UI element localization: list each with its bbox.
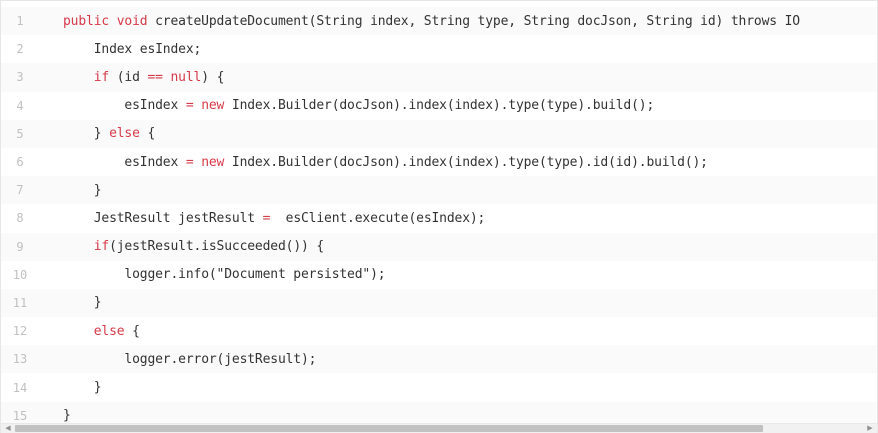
line-number: 7	[16, 183, 24, 198]
code-token: esIndex	[124, 154, 186, 170]
line-code: logger.error(jestResult);	[39, 352, 316, 367]
code-token: Index.Builder(docJson).index(index).type…	[231, 98, 655, 114]
code-token: logger.info("Document persisted");	[124, 267, 386, 283]
code-token: esIndex	[124, 98, 186, 114]
code-keyword: else	[109, 126, 148, 142]
code-token: (jestResult.isSucceeded()) {	[109, 239, 325, 255]
code-token: esClient.execute(esIndex);	[277, 210, 486, 226]
line-code: if (id == null) {	[39, 69, 225, 85]
code-keyword: if	[93, 69, 117, 85]
code-token: Index esIndex;	[93, 41, 202, 57]
code-line: 11 }	[1, 288, 877, 318]
line-code: public void createUpdateDocument(String …	[39, 14, 800, 29]
line-number: 11	[12, 295, 28, 310]
code-line: 13 logger.error(jestResult);	[1, 345, 877, 374]
scroll-left-icon[interactable]: ◀	[3, 425, 13, 432]
code-token: createUpdateDocument(String index, Strin…	[155, 13, 800, 29]
line-number: 15	[12, 408, 28, 423]
line-code: if(jestResult.isSucceeded()) {	[39, 239, 324, 254]
code-keyword: = new	[185, 98, 232, 114]
code-line: 1 public void createUpdateDocument(String…	[1, 7, 877, 36]
line-code: Index esIndex;	[39, 41, 202, 57]
code-token: }	[93, 126, 110, 142]
line-number: 12	[12, 324, 28, 339]
code-token: }	[63, 408, 71, 424]
line-number: 9	[16, 239, 24, 254]
code-keyword: == null	[147, 69, 202, 85]
line-number: 1	[16, 14, 24, 29]
code-keyword: if	[93, 239, 110, 255]
code-line: 5 } else {	[1, 119, 877, 148]
line-number: 3	[16, 70, 24, 85]
code-line: 8 JestResult jestResult = esClient.execu…	[1, 204, 877, 232]
code-token: {	[147, 126, 156, 142]
code-line: 2 Index esIndex;	[1, 35, 877, 63]
code-token: ) {	[201, 69, 225, 85]
code-line: 14 }	[1, 373, 877, 401]
line-number: 6	[16, 155, 24, 170]
line-code: esIndex = new Index.Builder(docJson).ind…	[39, 155, 708, 170]
code-line: 6 esIndex = new Index.Builder(docJson).i…	[1, 148, 877, 176]
line-code: }	[39, 182, 102, 198]
code-line: 12 else {	[1, 317, 877, 345]
code-token: }	[93, 182, 102, 198]
code-line: 9 if(jestResult.isSucceeded()) {	[1, 232, 877, 261]
code-token: (id	[116, 69, 148, 85]
line-code: else {	[39, 324, 140, 339]
code-keyword: =	[262, 210, 278, 226]
code-token: Index.Builder(docJson).index(index).type…	[231, 154, 708, 170]
code-token: logger.error(jestResult);	[124, 351, 317, 367]
code-token: }	[93, 295, 102, 311]
line-number: 2	[16, 42, 24, 57]
code-token: {	[132, 323, 140, 339]
line-code: } else {	[39, 126, 156, 142]
line-code: esIndex = new Index.Builder(docJson).ind…	[39, 98, 654, 113]
scroll-right-icon[interactable]: ▶	[865, 425, 875, 432]
code-keyword: else	[93, 323, 133, 339]
scrollbar-thumb[interactable]	[15, 425, 763, 432]
line-code: }	[39, 380, 102, 396]
line-number: 13	[12, 352, 28, 367]
code-block: 1 public void createUpdateDocument(String…	[0, 0, 878, 433]
code-token: }	[93, 380, 102, 396]
code-token: JestResult jestResult	[93, 210, 263, 226]
line-number: 4	[16, 98, 24, 113]
code-lines: 1 public void createUpdateDocument(String…	[1, 7, 877, 430]
line-code: logger.info("Document persisted");	[39, 267, 385, 282]
line-number: 5	[16, 126, 24, 141]
line-number: 8	[16, 211, 24, 226]
code-keyword: = new	[185, 154, 232, 170]
code-line: 10 logger.info("Document persisted");	[1, 261, 877, 289]
code-line: 4 esIndex = new Index.Builder(docJson).i…	[1, 92, 877, 120]
line-number: 14	[12, 380, 28, 395]
line-code: }	[39, 408, 71, 423]
code-keyword: public void	[63, 13, 156, 29]
line-number: 10	[12, 267, 28, 282]
code-line: 7 }	[1, 176, 877, 205]
line-code: JestResult jestResult = esClient.execute…	[39, 210, 486, 226]
line-code: }	[39, 295, 102, 311]
code-line: 3 if (id == null) {	[1, 63, 877, 92]
